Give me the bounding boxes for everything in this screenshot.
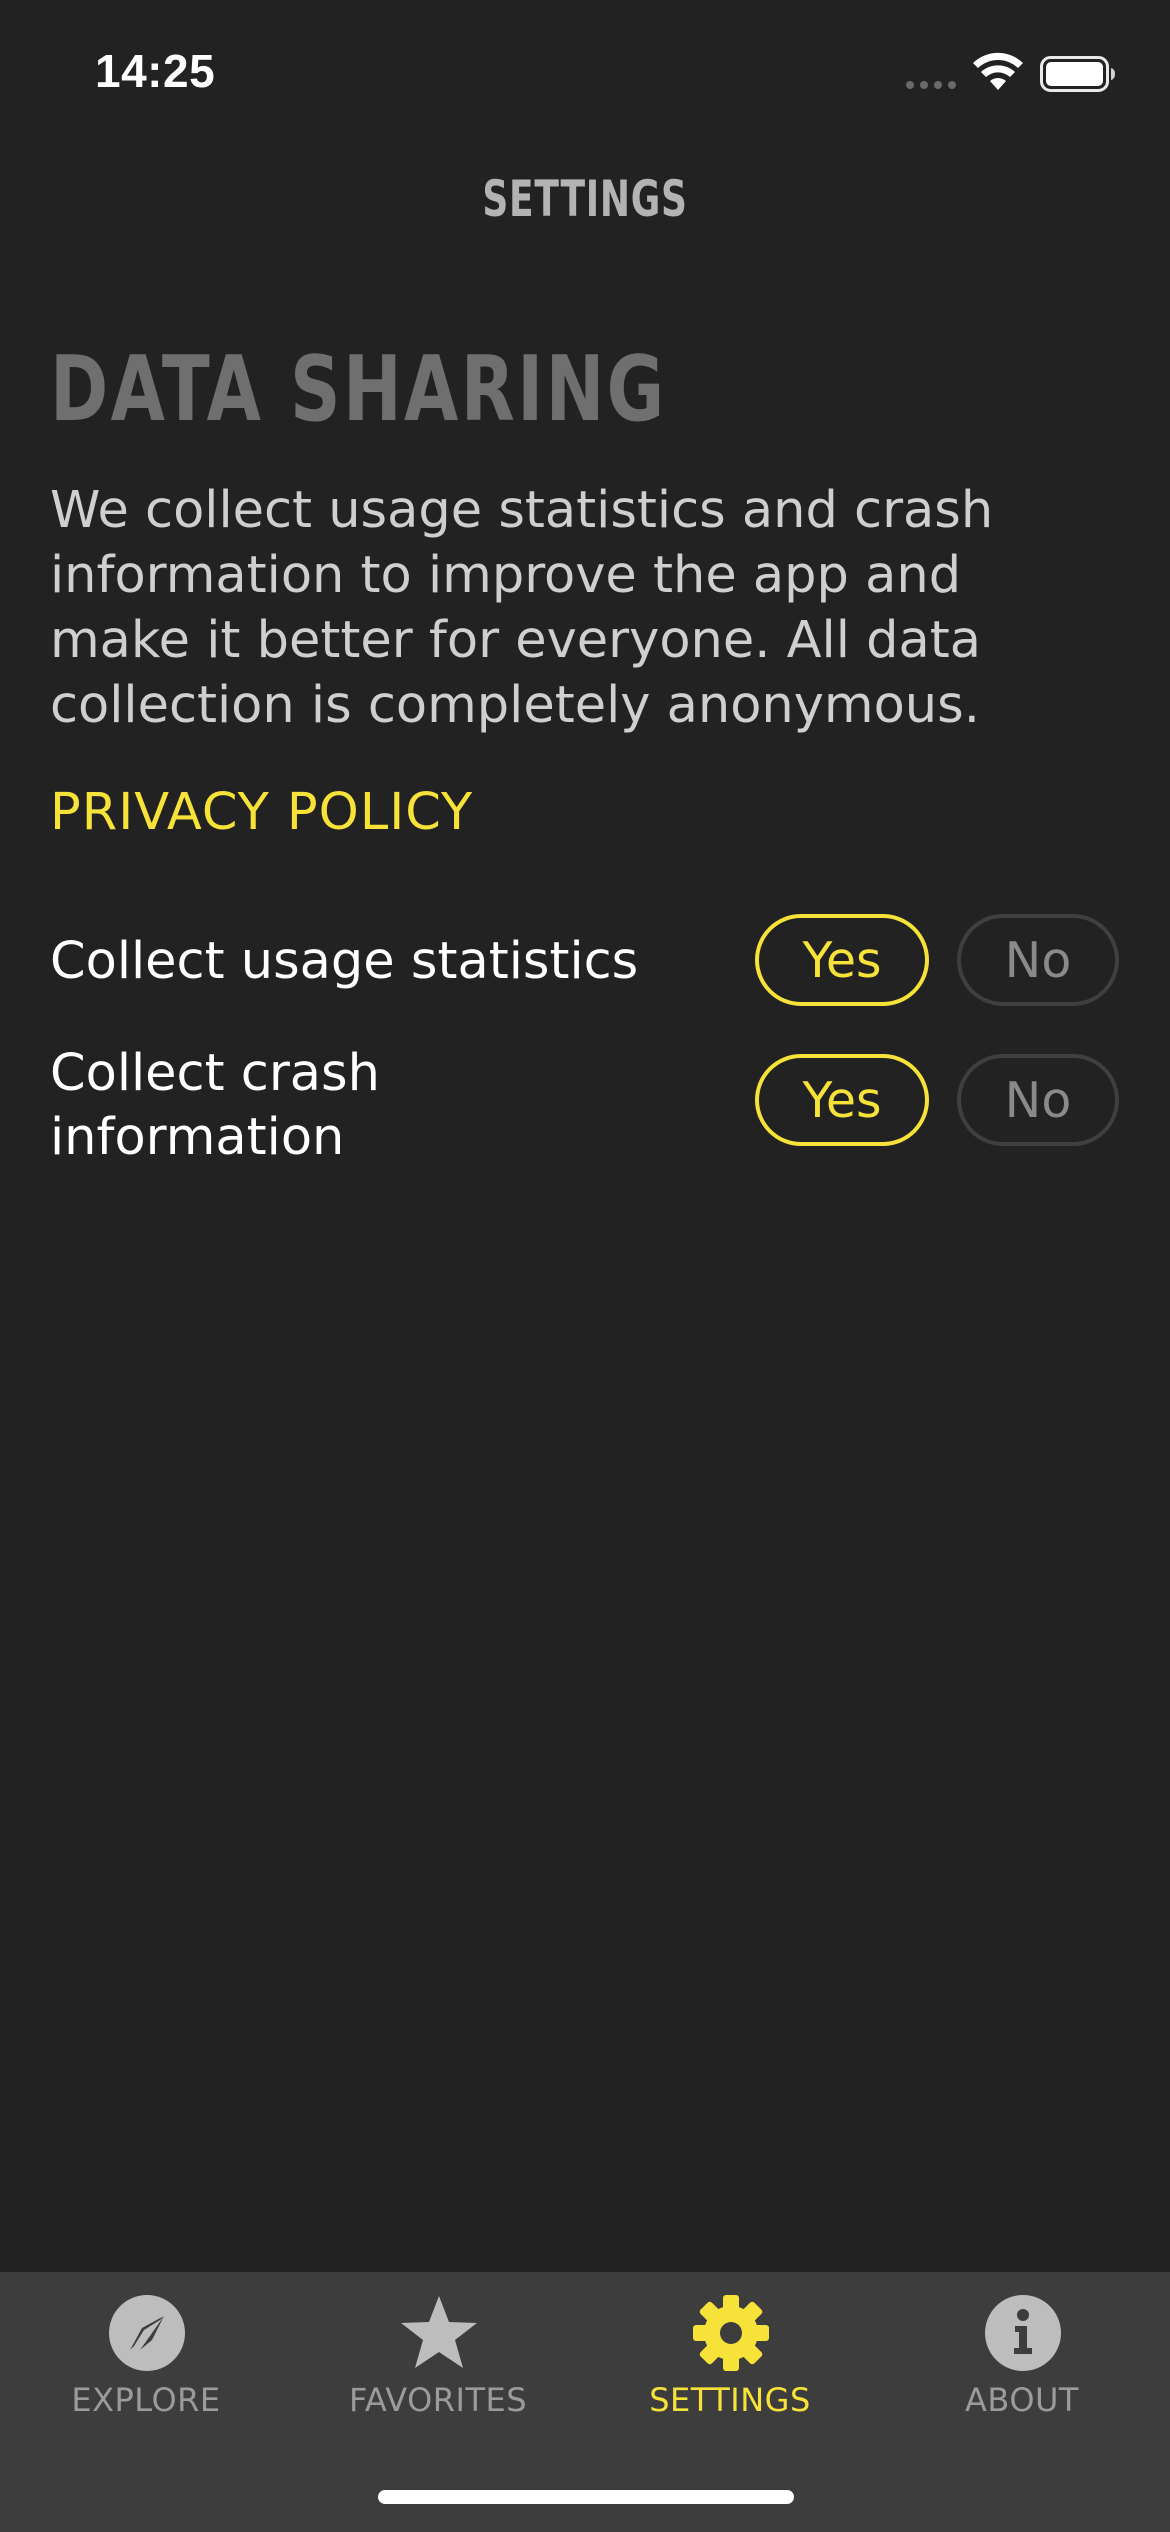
tab-about[interactable]: ABOUT [876,2272,1168,2452]
tab-explore[interactable]: EXPLORE [0,2272,292,2452]
tab-bar: EXPLORE FAVORITES SETTINGS ABOUT [0,2272,1170,2532]
privacy-policy-link[interactable]: PRIVACY POLICY [50,778,473,848]
usage-statistics-yes-button[interactable]: Yes [755,914,929,1006]
tab-label: FAVORITES [348,2381,528,2419]
tab-label: ABOUT [965,2381,1079,2419]
tab-label: SETTINGS [649,2381,811,2419]
crash-information-yes-button[interactable]: Yes [755,1054,929,1146]
status-time: 14:25 [95,45,216,97]
crash-information-no-button[interactable]: No [957,1054,1119,1146]
setting-row-crash-information: Collect crash information Yes No [50,1040,1120,1180]
tab-favorites[interactable]: FAVORITES [292,2272,584,2452]
section-description: We collect usage statistics and crash in… [50,481,994,735]
star-icon [401,2296,477,2368]
compass-icon [109,2295,185,2371]
cellular-signal-icon [906,81,956,89]
info-icon [985,2295,1061,2371]
section-title: DATA SHARING [50,337,667,442]
home-indicator[interactable] [378,2490,794,2504]
setting-row-usage-statistics: Collect usage statistics Yes No [50,912,1120,1012]
page-title: SETTINGS [482,170,688,228]
tab-settings[interactable]: SETTINGS [584,2272,876,2452]
setting-label: Collect usage statistics [50,932,639,991]
tab-label: EXPLORE [71,2381,221,2419]
status-bar: 14:25 [0,0,1170,150]
gear-icon [693,2295,769,2371]
usage-statistics-no-button[interactable]: No [957,914,1119,1006]
wifi-icon [973,52,1023,90]
setting-label: Collect crash information [50,1044,380,1167]
battery-icon [1040,56,1115,92]
